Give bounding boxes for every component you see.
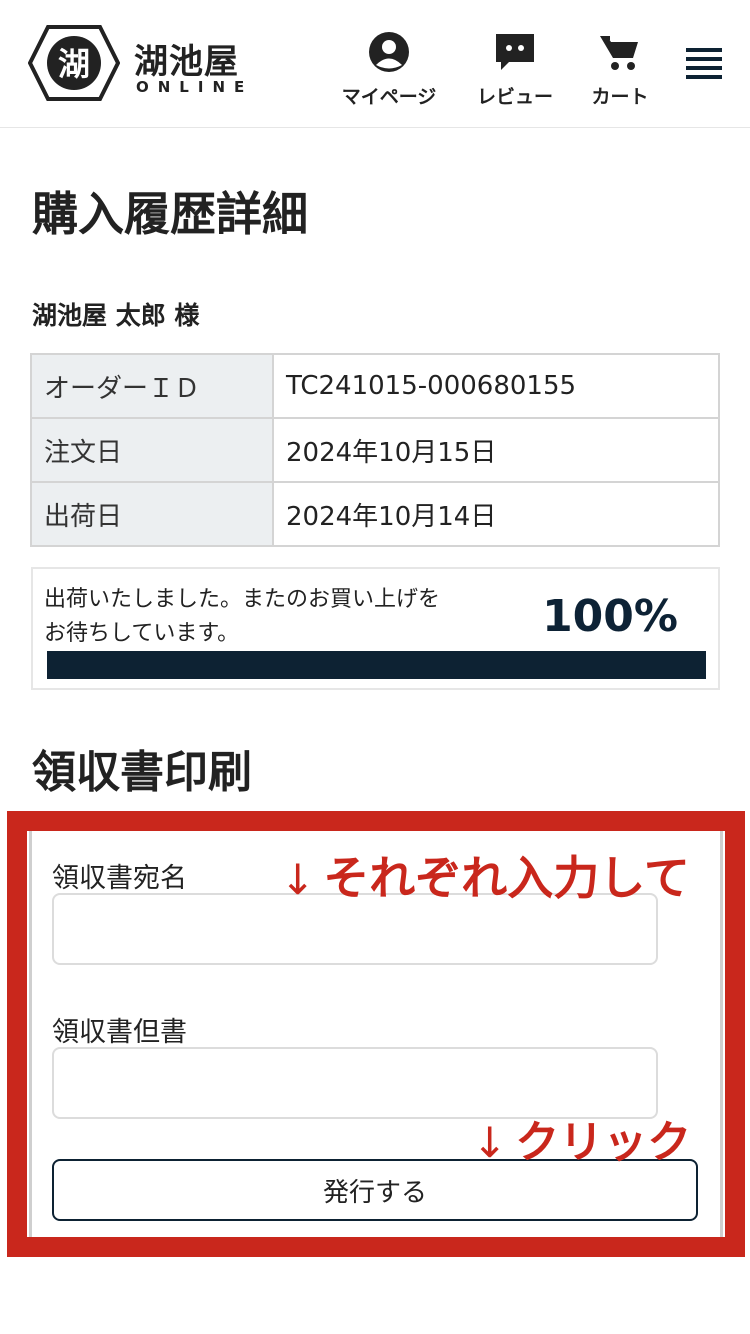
logo-char: 湖 xyxy=(58,45,90,83)
shipping-status-box: 出荷いたしました。またのお買い上げを お待ちしています。 100% xyxy=(31,567,720,690)
down-arrow-icon: ↓ xyxy=(472,1118,508,1167)
status-message-line1: 出荷いたしました。またのお買い上げを xyxy=(44,587,441,612)
annotation-enter-each-text: それぞれ入力して xyxy=(323,851,690,905)
status-message-line2: お待ちしています。 xyxy=(44,621,240,646)
order-info-table: オーダーＩＤ TC241015-000680155 注文日 2024年10月15… xyxy=(30,353,720,547)
annotation-click-text: クリック xyxy=(515,1117,692,1168)
nav-cart-label: カート xyxy=(591,86,649,108)
hamburger-menu-icon[interactable] xyxy=(684,46,724,80)
ship-date-label: 出荷日 xyxy=(30,481,274,547)
receipt-section-title: 領収書印刷 xyxy=(32,747,252,798)
status-message: 出荷いたしました。またのお買い上げを お待ちしています。 xyxy=(44,583,524,651)
nav-mypage-label: マイページ xyxy=(341,86,437,108)
table-row: オーダーＩＤ TC241015-000680155 xyxy=(30,353,720,419)
koikeya-logo-icon[interactable]: 湖 xyxy=(28,25,120,101)
down-arrow-icon: ↓ xyxy=(280,855,316,904)
chat-bubble-icon xyxy=(496,34,534,70)
page-title: 購入履歴詳細 xyxy=(32,187,308,241)
order-id-value: TC241015-000680155 xyxy=(272,353,720,419)
cart-icon xyxy=(600,36,638,70)
site-header: 湖 湖池屋 ONLINE マイページ レビュー カート xyxy=(0,0,750,128)
nav-review[interactable]: レビュー xyxy=(470,30,560,110)
nav-cart[interactable]: カート xyxy=(580,30,660,110)
order-date-label: 注文日 xyxy=(30,417,274,483)
logo-sub: ONLINE xyxy=(136,78,254,96)
progress-fill xyxy=(47,651,706,679)
table-row: 出荷日 2024年10月14日 xyxy=(30,481,720,547)
customer-name: 湖池屋 太郎 様 xyxy=(32,301,200,330)
logo-name[interactable]: 湖池屋 xyxy=(134,34,239,83)
annotation-click: ↓ クリック xyxy=(472,1106,691,1170)
progress-bar xyxy=(47,651,706,679)
addressee-label: 領収書宛名 xyxy=(52,863,187,894)
order-date-value: 2024年10月15日 xyxy=(272,417,720,483)
nav-review-label: レビュー xyxy=(476,86,553,108)
order-id-label: オーダーＩＤ xyxy=(30,353,274,419)
user-icon xyxy=(369,32,409,72)
note-label: 領収書但書 xyxy=(52,1017,187,1048)
table-row: 注文日 2024年10月15日 xyxy=(30,417,720,483)
annotation-enter-each: ↓ それぞれ入力して xyxy=(280,842,690,908)
status-percent: 100% xyxy=(542,591,678,642)
nav-mypage[interactable]: マイページ xyxy=(334,30,444,110)
ship-date-value: 2024年10月14日 xyxy=(272,481,720,547)
